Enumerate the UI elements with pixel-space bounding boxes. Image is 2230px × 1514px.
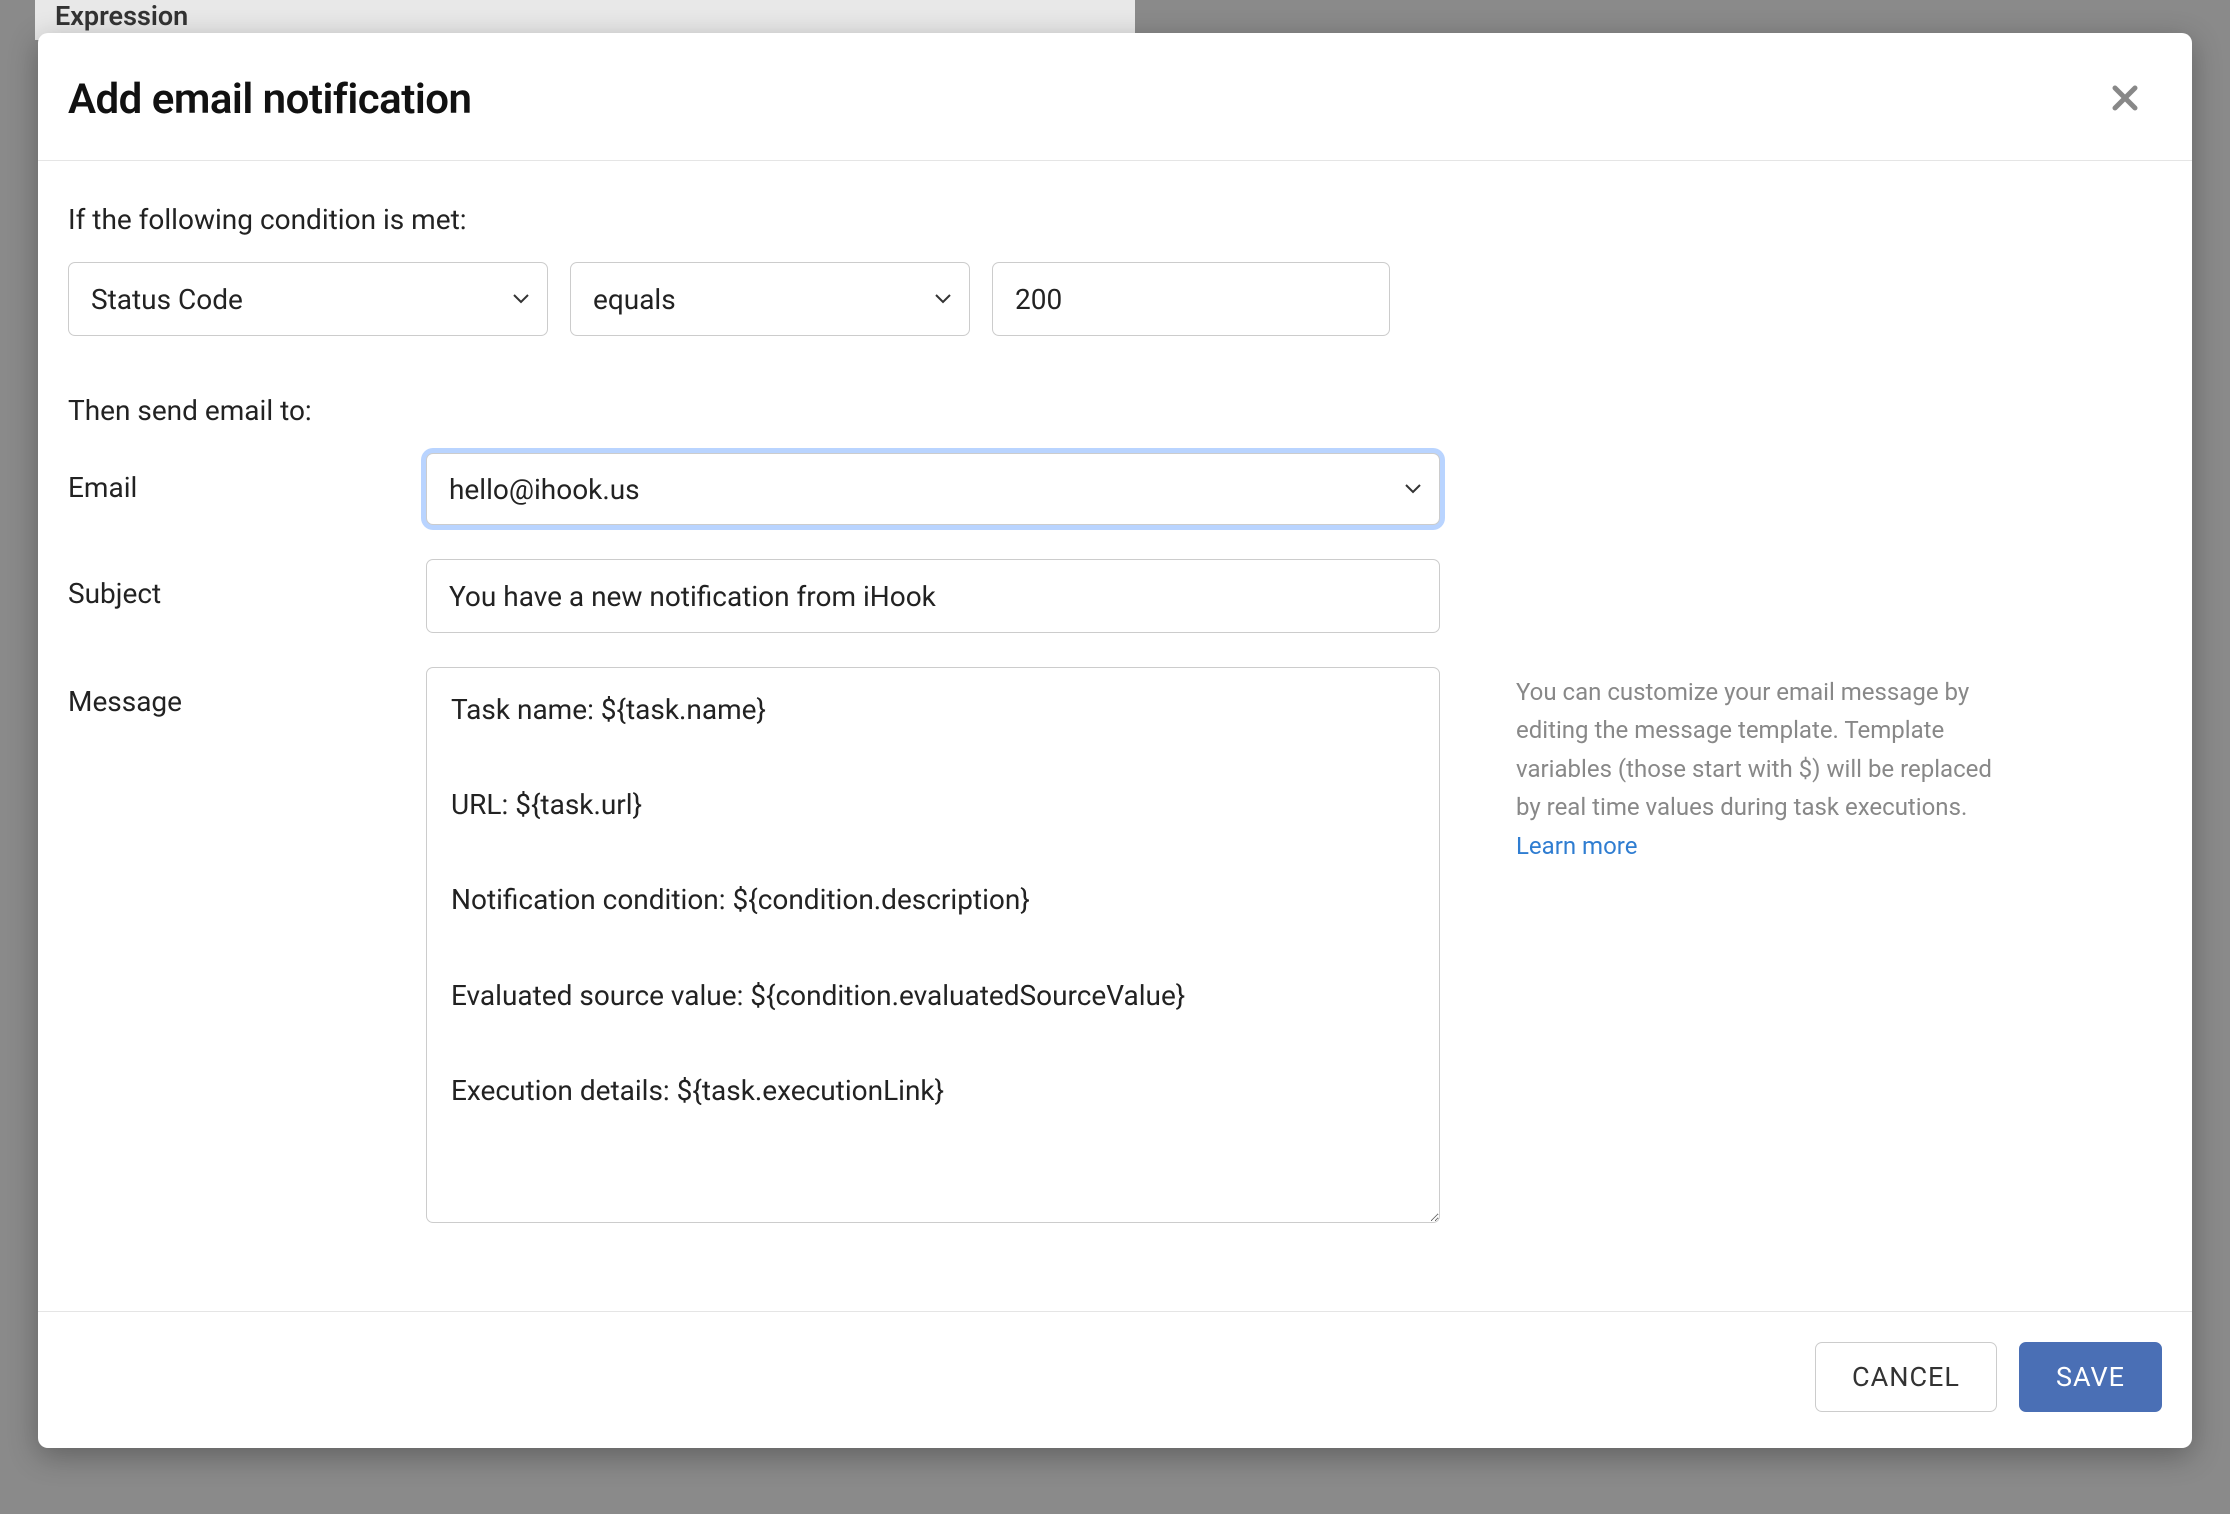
email-field-row: Email hello@ihook.us xyxy=(68,453,2162,525)
condition-row: Status Code equals xyxy=(68,262,2162,336)
help-text-content: You can customize your email message by … xyxy=(1516,678,1992,821)
condition-field-select[interactable]: Status Code xyxy=(68,262,548,336)
background-expression-label: Expression xyxy=(55,0,188,32)
cancel-button[interactable]: CANCEL xyxy=(1815,1342,1997,1412)
modal-title: Add email notification xyxy=(68,75,471,124)
condition-section-label: If the following condition is met: xyxy=(68,203,2162,236)
modal-footer: CANCEL SAVE xyxy=(38,1311,2192,1448)
condition-operator-select[interactable]: equals xyxy=(570,262,970,336)
learn-more-link[interactable]: Learn more xyxy=(1516,832,1637,860)
subject-label: Subject xyxy=(68,559,426,610)
subject-field-row: Subject xyxy=(68,559,2162,633)
condition-value-input[interactable] xyxy=(992,262,1390,336)
modal-header: Add email notification xyxy=(38,33,2192,161)
then-section-label: Then send email to: xyxy=(68,394,2162,427)
save-button[interactable]: SAVE xyxy=(2019,1342,2162,1412)
add-email-notification-modal: Add email notification If the following … xyxy=(38,33,2192,1448)
email-label: Email xyxy=(68,453,426,504)
email-select[interactable]: hello@ihook.us xyxy=(426,453,1440,525)
close-icon[interactable] xyxy=(2108,79,2142,121)
modal-body: If the following condition is met: Statu… xyxy=(38,161,2192,1311)
message-field-row: Message You can customize your email mes… xyxy=(68,667,2162,1227)
message-textarea[interactable] xyxy=(426,667,1440,1223)
subject-input[interactable] xyxy=(426,559,1440,633)
message-label: Message xyxy=(68,667,426,718)
message-help-text: You can customize your email message by … xyxy=(1516,667,1996,865)
